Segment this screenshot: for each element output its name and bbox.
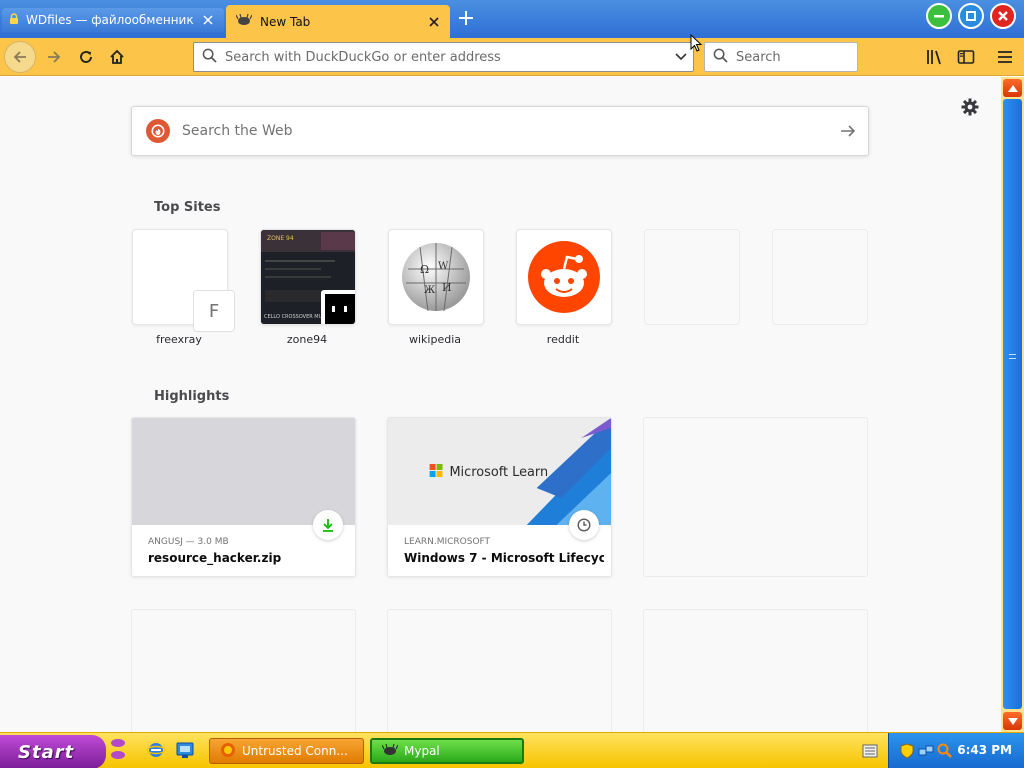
svg-text:W: W — [438, 261, 449, 272]
site-letter-icon: F — [193, 290, 235, 332]
svg-text:Ω: Ω — [420, 263, 429, 276]
forward-button[interactable] — [38, 41, 70, 73]
scroll-up-button[interactable] — [1003, 79, 1022, 97]
network-icon[interactable] — [918, 743, 934, 759]
card-title: resource_hacker.zip — [148, 551, 282, 565]
top-site-label: zone94 — [286, 333, 328, 346]
task-label: Untrusted Conn... — [242, 744, 348, 758]
close-window-button[interactable] — [990, 3, 1016, 29]
svg-text:И: И — [442, 281, 452, 294]
top-site-empty — [644, 229, 740, 325]
reddit-icon — [528, 241, 600, 313]
highlights-heading: Highlights — [154, 389, 230, 404]
card-source: LEARN.MICROSOFT — [404, 537, 491, 547]
top-site-label: freexray — [156, 333, 202, 346]
search-icon — [202, 48, 217, 67]
scroll-down-button[interactable] — [1003, 712, 1022, 730]
library-button[interactable] — [922, 44, 948, 70]
highlight-empty — [387, 609, 612, 732]
scroll-thumb[interactable] — [1003, 99, 1022, 709]
search-input[interactable] — [736, 49, 906, 65]
close-icon[interactable] — [200, 12, 216, 28]
security-shield-icon[interactable] — [899, 743, 915, 759]
magnifier-icon[interactable] — [937, 743, 953, 759]
home-button[interactable] — [101, 41, 133, 73]
web-search-box[interactable] — [131, 106, 869, 156]
svg-text:Ж: Ж — [424, 285, 436, 296]
card-title: Windows 7 - Microsoft Lifecycle ... — [404, 551, 604, 565]
highlight-empty — [131, 609, 356, 732]
web-search-input[interactable] — [182, 123, 816, 139]
highlight-card[interactable]: ANGUSJ — 3.0 MB resource_hacker.zip — [131, 417, 356, 577]
navigation-toolbar — [0, 33, 1024, 76]
tab-strip: WDfiles — файлообменник t New Tab — [0, 0, 1024, 38]
start-decoration-icon — [108, 735, 128, 765]
tab-wdfiles[interactable]: WDfiles — файлообменник t — [2, 8, 224, 32]
microsoft-learn-logo-text: Microsoft Learn — [449, 465, 548, 480]
task-label: Mypal — [404, 744, 440, 758]
top-site-label: reddit — [546, 333, 580, 346]
start-button[interactable]: Start — [0, 735, 106, 768]
search-bar[interactable] — [704, 42, 906, 72]
mouse-cursor — [690, 33, 703, 56]
tab-new-tab[interactable]: New Tab — [226, 5, 450, 38]
search-icon — [713, 48, 728, 67]
minimize-button[interactable] — [926, 3, 952, 29]
top-site-label: wikipedia — [408, 333, 461, 346]
highlight-empty — [643, 417, 868, 577]
wikipedia-globe-icon: Ω W И Ж — [402, 243, 470, 312]
top-site-reddit[interactable] — [516, 229, 612, 325]
show-desktop-icon[interactable] — [176, 741, 194, 759]
zone94-favicon — [321, 290, 355, 324]
close-icon[interactable] — [426, 14, 442, 30]
keyboard-icon[interactable] — [862, 743, 878, 759]
tab-title: New Tab — [260, 14, 311, 29]
new-tab-page: Top Sites F freexray ZONE 94 CELLO CROSS… — [0, 77, 1001, 732]
lock-icon — [8, 12, 20, 28]
arrow-right-icon[interactable] — [828, 111, 868, 151]
taskbar-item-untrusted-connection[interactable]: Untrusted Conn... — [209, 738, 364, 764]
microsoft-learn-thumbnail: Microsoft Learn — [388, 418, 611, 525]
card-thumbnail — [132, 418, 355, 525]
top-site-wikipedia[interactable]: Ω W И Ж — [388, 229, 484, 325]
clock-icon — [569, 510, 599, 540]
mypal-icon — [381, 743, 399, 760]
new-tab-button[interactable] — [456, 8, 476, 28]
sidebar-button[interactable] — [953, 44, 979, 70]
taskbar-item-mypal[interactable]: Mypal — [370, 738, 524, 764]
card-source: ANGUSJ — 3.0 MB — [148, 537, 229, 547]
download-icon — [313, 510, 343, 540]
vertical-scrollbar[interactable] — [1001, 77, 1024, 732]
reload-button[interactable] — [70, 41, 102, 73]
browser-icon — [220, 742, 236, 761]
internet-explorer-icon[interactable] — [146, 741, 166, 759]
top-sites-heading: Top Sites — [154, 200, 221, 215]
tab-title: WDfiles — файлообменник t — [26, 13, 194, 27]
mypal-icon — [235, 13, 253, 30]
duckduckgo-icon — [146, 119, 170, 143]
gear-icon[interactable] — [960, 97, 980, 117]
zone94-thumb-text: ZONE 94 — [267, 235, 294, 242]
address-bar[interactable] — [193, 42, 694, 72]
highlight-card[interactable]: Microsoft Learn LEARN.MICROSOFT Windows … — [387, 417, 612, 577]
system-tray: 6:43 PM — [888, 733, 1024, 768]
back-button[interactable] — [4, 41, 36, 73]
window-controls — [926, 3, 1016, 29]
screen: WDfiles — файлообменник t New Tab Search… — [0, 0, 1024, 768]
top-site-freexray[interactable]: F — [132, 229, 235, 332]
top-site-zone94[interactable]: ZONE 94 CELLO CROSSOVER MUSIC · KE — [260, 229, 356, 325]
top-site-empty — [772, 229, 868, 325]
menu-button[interactable] — [992, 44, 1018, 70]
clock[interactable]: 6:43 PM — [957, 743, 1012, 757]
address-input[interactable] — [225, 49, 661, 65]
highlight-empty — [643, 609, 868, 732]
maximize-button[interactable] — [958, 3, 984, 29]
taskbar: Start Untrusted Conn... Mypal 6:43 PM — [0, 732, 1024, 768]
